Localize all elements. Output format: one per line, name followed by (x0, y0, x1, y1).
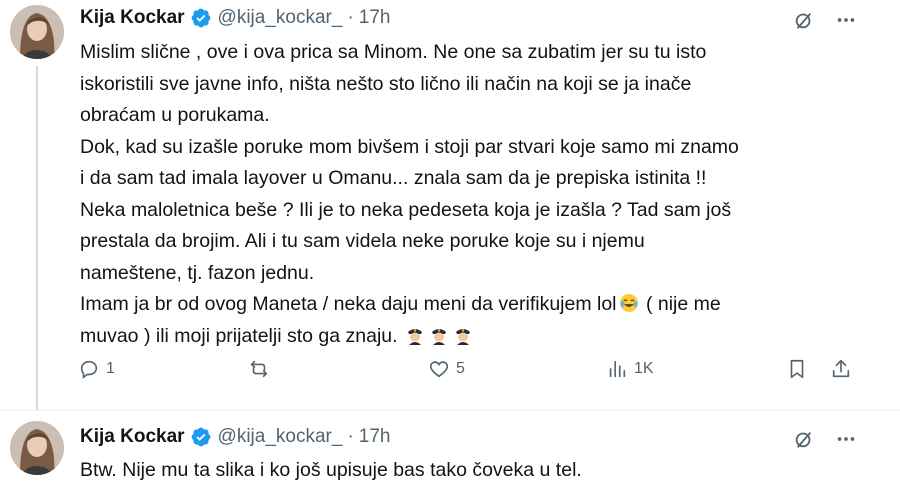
author-name[interactable]: Kija Kockar (80, 426, 185, 448)
share-button[interactable] (830, 358, 852, 380)
more-icon[interactable] (832, 425, 860, 453)
tweet-text-segment: ( nije me (640, 293, 721, 315)
tweet-body: Btw. Nije mu ta slika i ko još upisuje b… (80, 455, 880, 487)
like-button[interactable]: 5 (428, 358, 465, 380)
tweet-text-line: Btw. Nije mu ta slika i ko još upisuje b… (80, 459, 582, 481)
retweet-button[interactable] (248, 358, 276, 380)
tweet-top-actions (790, 425, 860, 453)
author-avatar[interactable] (10, 5, 64, 59)
tweet-body: Mislim slične , ove i ova prica sa Minom… (80, 37, 880, 352)
author-handle[interactable]: @kija_kockar_ (218, 7, 343, 29)
tweet-1[interactable]: Kija Kockar @kija_kockar_ · 17h Mislim s… (0, 0, 900, 410)
tweet-text-line-with-emoji: Imam ja br od ovog Maneta / neka daju me… (80, 289, 880, 321)
like-count: 5 (456, 360, 465, 377)
tweet-top-actions (790, 6, 860, 34)
tears-of-joy-emoji (619, 293, 639, 313)
thread-connector-line (36, 66, 38, 410)
bookmark-button[interactable] (786, 358, 808, 380)
grok-icon[interactable] (790, 6, 818, 34)
tweet-timestamp[interactable]: 17h (359, 426, 391, 448)
tweet-action-bar: 1 5 1K (78, 358, 868, 388)
reply-button[interactable]: 1 (78, 358, 115, 380)
separator-dot: · (347, 426, 354, 447)
police-officer-emoji (453, 325, 473, 345)
tweet-text-line: Neka maloletnica beše ? Ili je to neka p… (80, 198, 732, 221)
tweet-text-line: nameštene, tj. fazon jednu. (80, 261, 315, 284)
separator-dot: · (347, 7, 354, 28)
verified-badge-icon (190, 426, 212, 448)
tweet-text-line: Mislim slične , ove i ova prica sa Minom… (80, 41, 707, 63)
tweet-timestamp[interactable]: 17h (359, 7, 391, 29)
tweet-text-line: prestala da brojim. Ali i tu sam videla … (80, 230, 645, 252)
police-officer-emoji (429, 325, 449, 345)
tweet-2[interactable]: Kija Kockar @kija_kockar_ · 17h Btw. Nij… (0, 410, 900, 489)
tweet-text-line-with-emoji: muvao ) ili moji prijatelji sto ga znaju… (80, 321, 880, 353)
tweet-text-line: Dok, kad su izašle poruke mom bivšem i s… (80, 135, 739, 158)
verified-badge-icon (190, 7, 212, 29)
views-count: 1K (634, 360, 654, 377)
tweet-text-line: obraćam u porukama. (80, 104, 270, 126)
tweet-text-line: i da sam tad imala layover u Omanu... zn… (80, 167, 707, 189)
tweet-text-segment: Imam ja br od ovog Maneta / neka daju me… (80, 293, 617, 315)
police-officer-emoji (405, 325, 425, 345)
tweet-text-line: iskoristili sve javne info, ništa nešto … (80, 72, 692, 95)
author-avatar[interactable] (10, 421, 64, 475)
tweet-text-segment: muvao ) ili moji prijatelji sto ga znaju… (80, 324, 403, 347)
tweet-header: Kija Kockar @kija_kockar_ · 17h (80, 4, 390, 32)
reply-count: 1 (106, 360, 115, 377)
tweet-header: Kija Kockar @kija_kockar_ · 17h (80, 423, 390, 451)
author-name[interactable]: Kija Kockar (80, 7, 185, 29)
views-button[interactable]: 1K (606, 358, 654, 380)
grok-icon[interactable] (790, 425, 818, 453)
more-icon[interactable] (832, 6, 860, 34)
author-handle[interactable]: @kija_kockar_ (218, 426, 343, 448)
